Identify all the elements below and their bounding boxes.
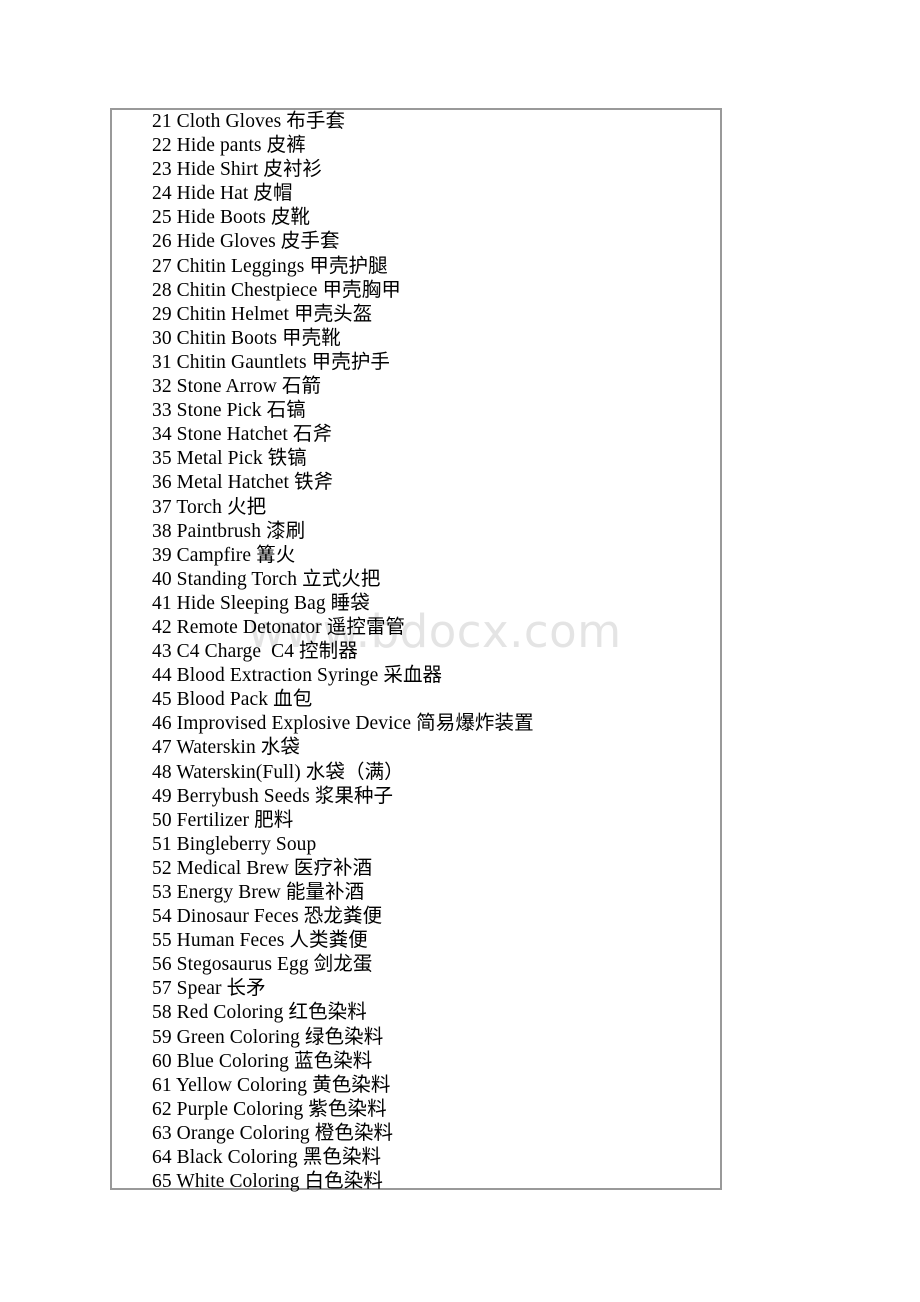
list-item: 61 Yellow Coloring 黄色染料 [152,1074,391,1096]
list-item: 44 Blood Extraction Syringe 采血器 [152,665,443,687]
list-item: 64 Black Coloring 黑色染料 [152,1147,382,1169]
list-item: 23 Hide Shirt 皮衬衫 [152,159,323,181]
list-item: 32 Stone Arrow 石箭 [152,376,322,398]
list-item: 27 Chitin Leggings 甲壳护腿 [152,255,388,277]
list-item: 48 Waterskin(Full) 水袋（满） [152,761,404,783]
list-item: 47 Waterskin 水袋 [152,737,300,759]
list-item: 28 Chitin Chestpiece 甲壳胸甲 [152,279,401,301]
list-item: 38 Paintbrush 漆刷 [152,520,306,542]
list-item: 35 Metal Pick 铁镐 [152,448,307,470]
list-item: 55 Human Feces 人类粪便 [152,930,368,952]
list-item: 24 Hide Hat 皮帽 [152,183,293,205]
list-item: 60 Blue Coloring 蓝色染料 [152,1050,373,1072]
list-item: 42 Remote Detonator 遥控雷管 [152,616,406,638]
list-item: 52 Medical Brew 医疗补酒 [152,857,373,879]
list-item: 53 Energy Brew 能量补酒 [152,882,365,903]
list-item: 49 Berrybush Seeds 浆果种子 [152,785,394,807]
list-item: 63 Orange Coloring 橙色染料 [152,1122,394,1144]
list-item: 51 Bingleberry Soup [152,833,317,855]
list-item: 62 Purple Coloring 紫色染料 [152,1098,387,1120]
list-item: 34 Stone Hatchet 石斧 [152,424,333,446]
list-item: 37 Torch 火把 [152,496,267,518]
list-item: 65 White Coloring 白色染料 [152,1171,383,1193]
list-item: 25 Hide Boots 皮靴 [152,207,311,229]
item-translation-list: 21 Cloth Gloves 布手套 22 Hide pants 皮裤 23 Hi… [152,110,712,1194]
list-item: 59 Green Coloring 绿色染料 [152,1026,384,1048]
list-item: 21 Cloth Gloves 布手套 [152,111,346,132]
list-item: 54 Dinosaur Feces 恐龙粪便 [152,906,383,928]
list-item: 58 Red Coloring 红色染料 [152,1002,367,1024]
list-item: 43 C4 Charge C4 控制器 [152,641,358,663]
list-item: 29 Chitin Helmet 甲壳头盔 [152,303,373,325]
list-item: 41 Hide Sleeping Bag 睡袋 [152,592,370,614]
list-item: 39 Campfire 篝火 [152,544,296,566]
list-item: 50 Fertilizer 肥料 [152,809,294,831]
list-item: 46 Improvised Explosive Device 简易爆炸装置 [152,713,534,735]
list-item: 33 Stone Pick 石镐 [152,400,306,422]
list-item: 22 Hide pants 皮裤 [152,135,306,157]
list-item: 40 Standing Torch 立式火把 [152,568,381,590]
list-item: 26 Hide Gloves 皮手套 [152,231,340,253]
list-item: 56 Stegosaurus Egg 剑龙蛋 [152,954,373,976]
list-item: 30 Chitin Boots 甲壳靴 [152,327,341,349]
list-item: 45 Blood Pack 血包 [152,689,313,711]
list-item: 36 Metal Hatchet 铁斧 [152,472,334,494]
list-item: 31 Chitin Gauntlets 甲壳护手 [152,351,391,373]
list-item: 57 Spear 长矛 [152,978,266,1000]
